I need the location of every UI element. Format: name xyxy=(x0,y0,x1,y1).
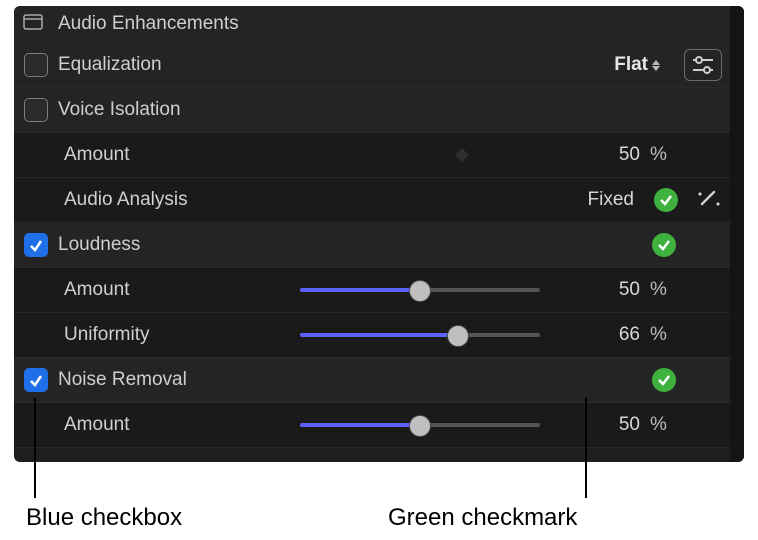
voice-isolation-label: Voice Isolation xyxy=(58,99,181,121)
loudness-amount-row: Amount 50 % xyxy=(14,268,744,313)
loudness-amount-slider[interactable] xyxy=(300,275,540,305)
equalization-preset-popup[interactable]: Flat xyxy=(614,54,662,76)
loudness-uniformity-label: Uniformity xyxy=(64,324,150,346)
checkmark-icon xyxy=(29,238,43,252)
audio-analysis-checkmark xyxy=(654,188,678,212)
audio-enhancements-panel: Audio Enhancements Equalization Flat Voi… xyxy=(14,6,744,462)
voice-amount-row: Amount 50 % xyxy=(14,133,744,178)
loudness-amount-label: Amount xyxy=(64,279,129,301)
voice-isolation-row[interactable]: Voice Isolation xyxy=(14,88,744,133)
voice-amount-value[interactable]: 50 xyxy=(590,144,640,166)
equalization-preset-value: Flat xyxy=(614,54,648,76)
equalizer-icon xyxy=(693,57,713,73)
noise-amount-slider[interactable] xyxy=(300,410,540,440)
scrollbar[interactable] xyxy=(730,6,744,462)
noise-amount-row: Amount 50 % xyxy=(14,403,744,448)
audio-analysis-label: Audio Analysis xyxy=(64,189,188,211)
checkmark-icon xyxy=(659,193,673,207)
section-title: Audio Enhancements xyxy=(58,13,239,35)
loudness-amount-unit: % xyxy=(650,279,676,301)
annotation-blue-checkbox: Blue checkbox xyxy=(26,504,182,532)
annotation-green-checkmark: Green checkmark xyxy=(388,504,577,532)
voice-isolation-checkbox[interactable] xyxy=(24,98,48,122)
loudness-row[interactable]: Loudness xyxy=(14,223,744,268)
keyframe-icon[interactable] xyxy=(454,147,470,163)
callout-line-green xyxy=(585,398,587,498)
noise-amount-label: Amount xyxy=(64,414,129,436)
noise-removal-row[interactable]: Noise Removal xyxy=(14,358,744,403)
voice-amount-unit: % xyxy=(650,144,676,166)
chevron-updown-icon xyxy=(650,56,662,74)
audio-analysis-row: Audio Analysis Fixed xyxy=(14,178,744,223)
voice-amount-label: Amount xyxy=(64,144,129,166)
loudness-uniformity-value[interactable]: 66 xyxy=(590,324,640,346)
noise-amount-value[interactable]: 50 xyxy=(590,414,640,436)
equalization-label: Equalization xyxy=(58,54,162,76)
section-header: Audio Enhancements xyxy=(14,6,744,43)
callout-line-blue xyxy=(34,398,36,498)
loudness-status-checkmark xyxy=(652,233,676,257)
loudness-amount-value[interactable]: 50 xyxy=(590,279,640,301)
checkmark-icon xyxy=(29,373,43,387)
loudness-checkbox[interactable] xyxy=(24,233,48,257)
noise-amount-unit: % xyxy=(650,414,676,436)
auto-enhance-button[interactable] xyxy=(696,190,722,210)
loudness-label: Loudness xyxy=(58,234,140,256)
noise-removal-checkbox[interactable] xyxy=(24,368,48,392)
loudness-uniformity-slider[interactable] xyxy=(300,320,540,350)
noise-removal-status-checkmark xyxy=(652,368,676,392)
loudness-uniformity-unit: % xyxy=(650,324,676,346)
equalization-checkbox[interactable] xyxy=(24,53,48,77)
equalization-row[interactable]: Equalization Flat xyxy=(14,43,744,88)
loudness-uniformity-row: Uniformity 66 % xyxy=(14,313,744,358)
checkmark-icon xyxy=(657,373,671,387)
equalizer-settings-button[interactable] xyxy=(684,49,722,81)
noise-removal-label: Noise Removal xyxy=(58,369,187,391)
panel-icon xyxy=(24,13,42,35)
checkmark-icon xyxy=(657,238,671,252)
audio-analysis-status: Fixed xyxy=(588,189,634,211)
